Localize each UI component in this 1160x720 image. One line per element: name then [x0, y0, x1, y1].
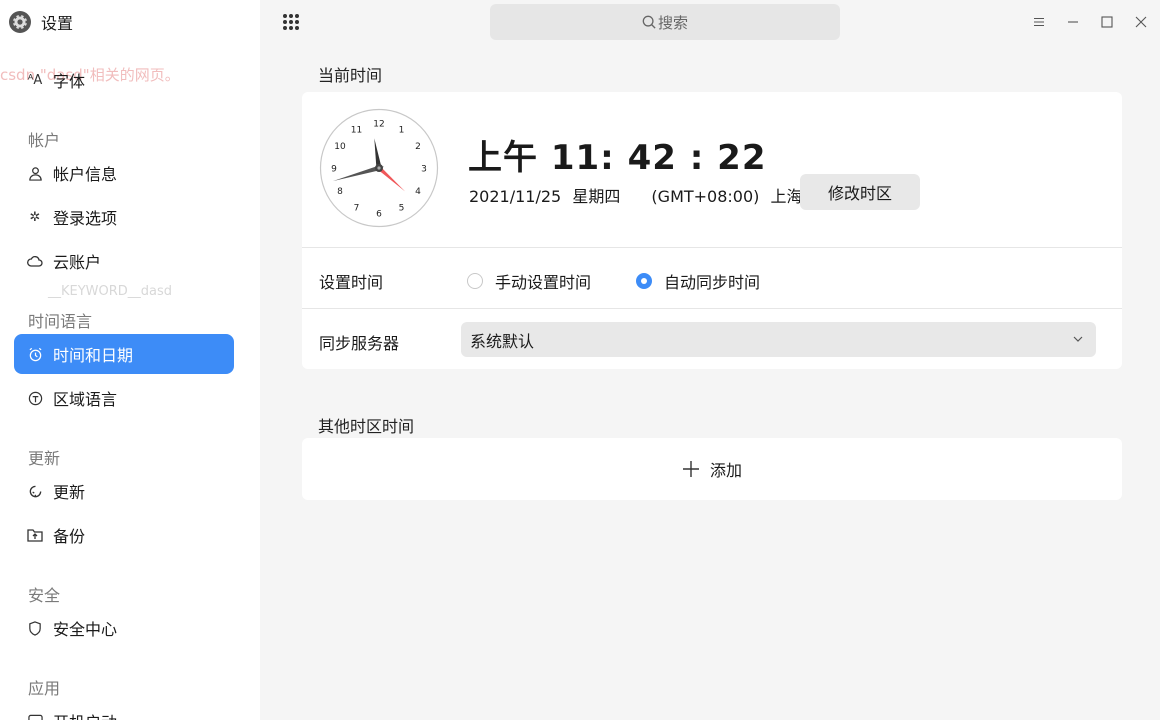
sidebar-item-account-info[interactable]: 帐户信息 — [14, 153, 234, 193]
manual-time-label: 手动设置时间 — [495, 273, 592, 292]
clock-number: 1 — [399, 126, 405, 136]
divider — [302, 308, 1122, 309]
close-button[interactable] — [1131, 12, 1151, 32]
add-timezone-label: 添加 — [709, 461, 742, 480]
sidebar-item-font[interactable]: ᴬA 字体 — [14, 60, 234, 100]
clock-number: 6 — [376, 210, 382, 220]
login-options-icon: ✲ — [29, 209, 41, 225]
startup-icon — [27, 713, 43, 720]
sync-server-label: 同步服务器 — [319, 334, 400, 353]
sidebar-item-region-language[interactable]: 区域语言 — [14, 378, 234, 418]
current-time-card: 12 1 2 3 4 5 6 7 8 9 10 11 上午 11: 42 : 22 2021/11/2… — [302, 92, 1122, 369]
sidebar-item-label: 开机启动 — [53, 709, 117, 720]
date-line: 2021/11/25 星期四 (GMT+08:00) 上海 — [469, 183, 809, 207]
other-timezones-section-title: 其他时区时间 — [318, 417, 415, 436]
current-time-section-title: 当前时间 — [318, 66, 383, 85]
auto-sync-time-label: 自动同步时间 — [664, 273, 761, 292]
clock-number: 9 — [331, 165, 337, 175]
clock-number: 11 — [351, 126, 362, 136]
add-timezone-button[interactable]: 添加 — [302, 438, 1122, 500]
cloud-icon — [27, 253, 43, 269]
current-weekday: 星期四 — [572, 187, 621, 206]
set-time-label: 设置时间 — [319, 273, 384, 292]
shield-icon — [27, 620, 43, 636]
clock-number: 12 — [373, 120, 384, 130]
plus-icon — [682, 461, 699, 477]
app-menu-grid-icon[interactable] — [283, 14, 299, 30]
clock-number: 2 — [415, 142, 421, 152]
radio-indicator — [636, 273, 652, 289]
clock-number: 5 — [399, 203, 405, 213]
maximize-icon — [1101, 16, 1113, 28]
clock-icon — [27, 346, 43, 362]
hamburger-icon — [1034, 17, 1044, 27]
timezone-city: 上海 — [770, 187, 803, 206]
timezone-offset: (GMT+08:00) — [651, 187, 760, 206]
minimize-button[interactable] — [1063, 12, 1083, 32]
app-title: 设置 — [41, 14, 74, 33]
sidebar-item-date-time[interactable]: 时间和日期 — [14, 334, 234, 374]
current-time-display: 上午 11: 42 : 22 — [468, 138, 767, 178]
manual-time-radio[interactable]: 手动设置时间 — [467, 269, 591, 293]
menu-button[interactable] — [1029, 12, 1049, 32]
sidebar-item-update[interactable]: 更新 — [14, 471, 234, 511]
radio-indicator — [467, 273, 483, 289]
sidebar-item-label: 安全中心 — [53, 620, 118, 639]
close-icon — [1135, 16, 1147, 28]
sidebar-item-backup[interactable]: 备份 — [14, 515, 234, 555]
sidebar-item-label: 帐户信息 — [53, 165, 118, 184]
divider — [302, 247, 1122, 248]
minimize-icon — [1068, 21, 1078, 23]
search-placeholder: 搜索 — [657, 13, 688, 32]
app-title-bar: 设置 — [8, 8, 73, 36]
sidebar-item-startup[interactable]: 开机启动 — [14, 701, 234, 720]
user-icon — [27, 165, 43, 181]
sidebar-item-label: 云账户 — [53, 253, 102, 272]
sidebar-item-label: 登录选项 — [53, 209, 118, 228]
analog-clock: 12 12 3 45 6 7 8 9 10 11 — [319, 108, 439, 228]
sidebar-item-label: 字体 — [53, 72, 86, 91]
auto-sync-time-radio[interactable]: 自动同步时间 — [636, 269, 760, 293]
group-title-time-language: 时间语言 — [28, 312, 93, 331]
clock-number: 4 — [415, 187, 421, 197]
settings-gear-icon — [9, 11, 31, 33]
group-title-account: 帐户 — [28, 131, 61, 150]
overlay-keyword-text: __KEYWORD__dasd — [48, 284, 173, 299]
font-icon: ᴬA — [27, 72, 43, 88]
backup-icon — [27, 527, 43, 543]
search-input[interactable]: 搜索 — [490, 4, 840, 40]
sidebar: 设置 csdn "dasd"相关的网页。 __KEYWORD__dasd ᴬA … — [0, 0, 260, 720]
clock-number: 3 — [421, 165, 427, 175]
group-title-security: 安全 — [28, 586, 61, 605]
clock-number: 7 — [354, 203, 360, 213]
group-title-apps: 应用 — [28, 679, 61, 698]
sync-server-select[interactable]: 系统默认 — [461, 322, 1096, 357]
sidebar-item-cloud-account[interactable]: 云账户 — [14, 241, 234, 281]
chevron-down-icon — [1073, 336, 1083, 342]
clock-number: 8 — [337, 187, 343, 197]
sidebar-item-label: 备份 — [53, 527, 86, 546]
sidebar-item-login-options[interactable]: ✲ 登录选项 — [14, 197, 234, 237]
maximize-button[interactable] — [1097, 12, 1117, 32]
sidebar-item-label: 时间和日期 — [53, 346, 134, 365]
region-language-icon — [27, 390, 43, 406]
sync-server-value: 系统默认 — [470, 331, 535, 351]
current-date: 2021/11/25 — [469, 187, 562, 206]
refresh-icon — [27, 483, 43, 499]
search-icon — [642, 15, 656, 29]
group-title-update: 更新 — [28, 449, 61, 468]
clock-number: 10 — [334, 142, 346, 152]
sidebar-item-label: 更新 — [53, 483, 86, 502]
change-timezone-button[interactable]: 修改时区 — [800, 174, 920, 210]
sidebar-item-security-center[interactable]: 安全中心 — [14, 608, 234, 648]
sidebar-item-label: 区域语言 — [53, 390, 118, 409]
